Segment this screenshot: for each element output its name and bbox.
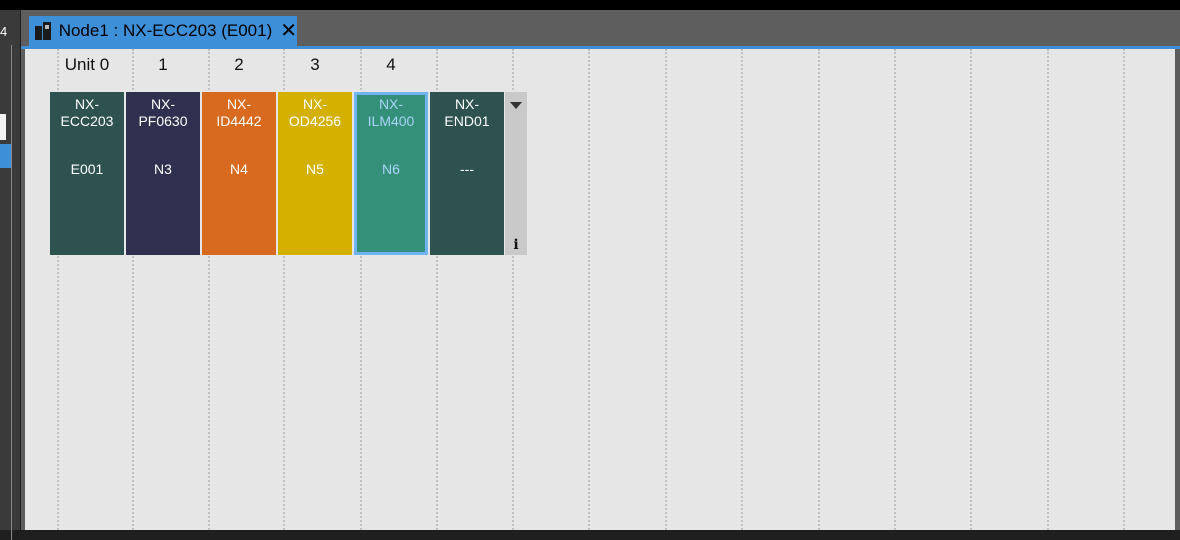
grid-line	[894, 49, 896, 530]
unit-configuration-canvas[interactable]: i Unit 0 NX- ECC203 E001 1 NX- PF0630 N3 2 NX- …	[25, 49, 1175, 530]
unit-label: 2	[234, 55, 244, 74]
device-icon	[35, 22, 51, 40]
left-side-panel: 4	[0, 10, 20, 540]
unit-label: 1	[158, 55, 168, 74]
unit-node-address: N4	[230, 161, 248, 177]
editor-area: Node1 : NX-ECC203 (E001) ✕ i Unit 0 NX- E…	[21, 10, 1180, 530]
grid-line	[741, 49, 743, 530]
unit-model: NX- OD4256	[288, 96, 342, 129]
unit-slot[interactable]: NX- END01 ---	[430, 92, 504, 255]
unit-node-address: N5	[306, 161, 324, 177]
grid-line	[818, 49, 820, 530]
unit-label: 4	[386, 55, 396, 74]
unit-slot[interactable]: NX- PF0630 N3	[126, 92, 200, 255]
left-panel-item[interactable]	[0, 114, 6, 140]
unit-model: NX- ECC203	[60, 96, 114, 129]
unit-slot[interactable]: NX- ECC203 E001	[50, 92, 124, 255]
grid-line	[665, 49, 667, 530]
grid-line	[970, 49, 972, 530]
unit-model: NX- ILM400	[367, 96, 415, 129]
unit-node-address: N6	[382, 161, 400, 177]
unit-node-address: ---	[460, 161, 474, 177]
unit-label: Unit 0	[64, 55, 110, 74]
unit-slot[interactable]: NX- ID4442 N4	[202, 92, 276, 255]
tab-title: Node1 : NX-ECC203 (E001)	[58, 21, 273, 40]
grid-line	[588, 49, 590, 530]
unit-model: NX- PF0630	[138, 96, 188, 129]
unit-node-address: N3	[154, 161, 172, 177]
unit-slot[interactable]: NX- ILM400 N6	[354, 92, 428, 255]
info-icon[interactable]: i	[505, 237, 527, 253]
grid-line	[1047, 49, 1049, 530]
unit-model: NX- END01	[444, 96, 490, 129]
left-panel-glyph: 4	[0, 24, 8, 39]
unit-label: 3	[310, 55, 320, 74]
right-border	[1175, 49, 1180, 530]
panel-splitter[interactable]	[11, 45, 12, 540]
top-strip	[0, 0, 1180, 10]
close-icon[interactable]: ✕	[280, 21, 297, 41]
unit-slot[interactable]: NX- OD4256 N5	[278, 92, 352, 255]
unit-model: NX- ID4442	[216, 96, 262, 129]
slot-scroller[interactable]: i	[505, 92, 527, 255]
grid-line	[1123, 49, 1125, 530]
tab-node1[interactable]: Node1 : NX-ECC203 (E001) ✕	[29, 16, 297, 46]
chevron-down-icon[interactable]	[510, 102, 522, 109]
unit-node-address: E001	[70, 161, 104, 177]
